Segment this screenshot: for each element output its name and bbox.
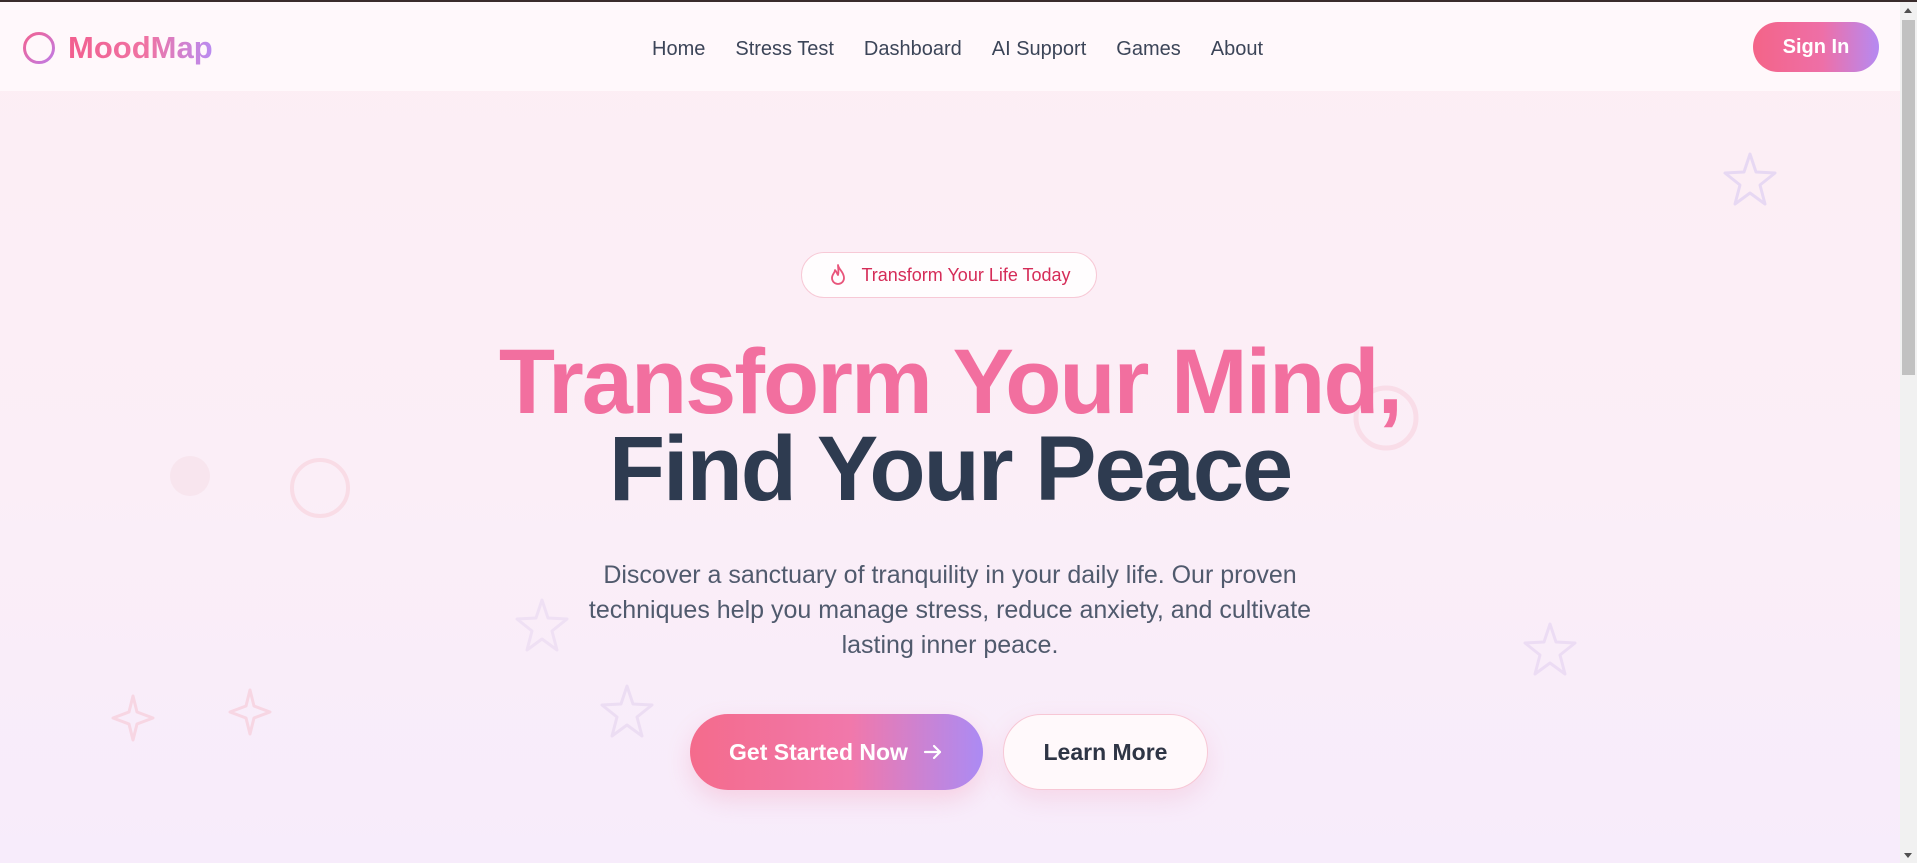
sign-in-button[interactable]: Sign In xyxy=(1753,22,1879,72)
nav-link-ai-support[interactable]: AI Support xyxy=(992,38,1087,61)
nav-link-stress-test[interactable]: Stress Test xyxy=(735,38,834,61)
star-icon xyxy=(600,684,654,738)
nav-link-home[interactable]: Home xyxy=(652,38,705,61)
learn-more-button[interactable]: Learn More xyxy=(1003,714,1208,790)
subtitle-line: lasting inner peace. xyxy=(841,631,1059,659)
nav-link-about[interactable]: About xyxy=(1211,38,1263,61)
star-icon xyxy=(1723,152,1777,206)
alert-circle-icon xyxy=(23,32,55,64)
subtitle-line: techniques help you manage stress, reduc… xyxy=(588,596,1312,624)
star-icon xyxy=(1523,622,1577,676)
nav-link-games[interactable]: Games xyxy=(1116,38,1180,61)
sparkle-icon xyxy=(111,694,155,742)
flame-icon xyxy=(831,264,846,285)
get-started-button[interactable]: Get Started Now xyxy=(690,714,983,790)
headline-line-1: Transform Your Mind, xyxy=(498,331,1403,433)
vertical-scrollbar[interactable] xyxy=(1900,2,1917,863)
arrow-right-icon xyxy=(923,744,942,760)
scroll-down-arrow-icon[interactable] xyxy=(1904,853,1912,858)
hero-badge: Transform Your Life Today xyxy=(801,252,1097,298)
scroll-up-arrow-icon[interactable] xyxy=(1904,8,1912,13)
brand-name: MoodMap xyxy=(68,30,213,65)
brand-logo[interactable]: MoodMap xyxy=(22,30,213,66)
sparkle-icon xyxy=(228,688,272,736)
nav-link-dashboard[interactable]: Dashboard xyxy=(864,38,962,61)
nav-links: Home Stress Test Dashboard AI Support Ga… xyxy=(652,35,1293,63)
get-started-label: Get Started Now xyxy=(729,738,908,765)
scrollbar-thumb[interactable] xyxy=(1902,20,1915,375)
top-navbar: MoodMap Home Stress Test Dashboard AI Su… xyxy=(0,2,1900,91)
hero-subtitle: Discover a sanctuary of tranquility in y… xyxy=(550,558,1350,663)
headline-line-2: Find Your Peace xyxy=(608,418,1293,520)
subtitle-line: Discover a sanctuary of tranquility in y… xyxy=(603,561,1297,589)
badge-text: Transform Your Life Today xyxy=(861,264,1071,285)
